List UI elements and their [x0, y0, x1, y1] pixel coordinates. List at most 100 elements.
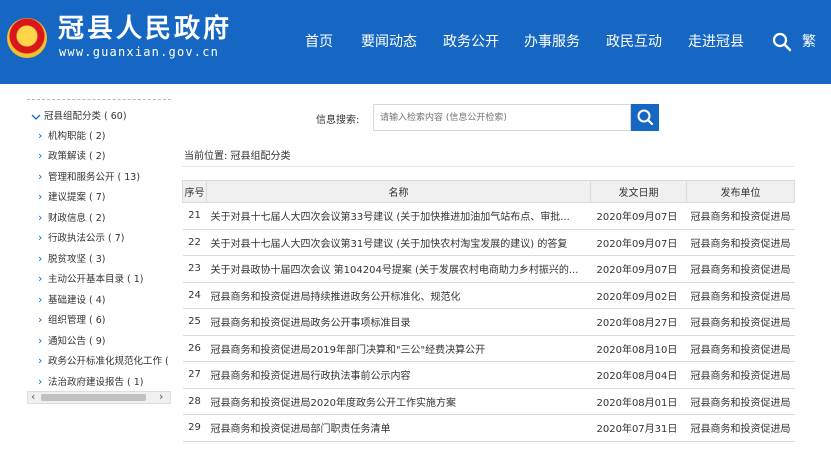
- tree-root[interactable]: 冠县组配分类 ( 60): [44, 110, 127, 124]
- tree-item-law-enforcement[interactable]: › 行政执法公示 ( 7): [38, 231, 125, 246]
- row-date: 2020年09月07日: [590, 202, 687, 230]
- nav-news[interactable]: 要闻动态: [361, 32, 417, 52]
- chevron-right-icon: ›: [38, 334, 43, 347]
- row-unit: 冠县商务和投资促进局: [686, 388, 795, 415]
- row-index: 23: [182, 255, 207, 283]
- chevron-right-icon: ›: [38, 149, 43, 162]
- row-title-link[interactable]: 冠县商务和投资促进局行政执法事前公示内容: [206, 361, 591, 389]
- national-emblem-icon[interactable]: ★: [7, 18, 47, 58]
- tree-item-finance[interactable]: › 财政信息 ( 2): [38, 211, 106, 226]
- row-index: 22: [182, 229, 207, 256]
- tree-item-policy-interpretation[interactable]: › 政策解读 ( 2): [38, 149, 106, 164]
- row-title-link[interactable]: 冠县商务和投资促进局政务公开事项标准目录: [206, 308, 591, 336]
- chevron-right-icon: ›: [38, 170, 43, 183]
- tree-item-label: 财政信息 ( 2): [48, 213, 106, 224]
- breadcrumb: 当前位置: 冠县组配分类: [184, 151, 291, 162]
- row-title-link[interactable]: 冠县商务和投资促进局持续推进政务公开标准化、规范化: [206, 282, 591, 309]
- table-row[interactable]: 21 关于对县十七届人大四次会议第33号建议 (关于加快推进加油加气站布点、审批…: [182, 202, 795, 230]
- tree-item-basic-catalog[interactable]: › 主动公开基本目录 ( 1): [38, 272, 144, 287]
- row-unit: 冠县商务和投资促进局: [686, 229, 795, 256]
- row-unit: 冠县商务和投资促进局: [686, 308, 795, 336]
- tree-item-label: 法治政府建设报告 ( 1): [48, 377, 144, 388]
- table-row[interactable]: 28 冠县商务和投资促进局2020年度政务公开工作实施方案 2020年08月01…: [182, 388, 795, 415]
- chevron-right-icon: ›: [38, 293, 43, 306]
- scroll-right-icon[interactable]: ›: [159, 390, 163, 403]
- sidebar-scrollbar[interactable]: ‹ ›: [27, 390, 171, 404]
- tree-item-label: 行政执法公示 ( 7): [48, 233, 125, 244]
- row-title-link[interactable]: 冠县商务和投资促进局2020年度政务公开工作实施方案: [206, 388, 591, 415]
- tree-item-poverty[interactable]: › 脱贫攻坚 ( 3): [38, 252, 106, 267]
- chevron-right-icon: ›: [38, 272, 43, 285]
- site-title[interactable]: 冠县人民政府: [58, 14, 232, 44]
- row-date: 2020年09月07日: [590, 255, 687, 283]
- row-date: 2020年08月10日: [590, 335, 687, 362]
- scroll-left-icon[interactable]: ‹: [31, 390, 35, 403]
- tree-item-label: 通知公告 ( 9): [48, 336, 106, 347]
- search-icon: [637, 109, 654, 126]
- row-unit: 冠县商务和投资促进局: [686, 202, 795, 230]
- tree-item-label: 机构职能 ( 2): [48, 131, 106, 142]
- row-unit: 冠县商务和投资促进局: [686, 361, 795, 389]
- search-icon[interactable]: [771, 31, 793, 53]
- row-title-link[interactable]: 关于对县十七届人大四次会议第31号建议 (关于加快农村淘宝发展的建议) 的答复: [206, 229, 591, 256]
- chevron-right-icon: ›: [38, 190, 43, 203]
- table-row[interactable]: 25 冠县商务和投资促进局政务公开事项标准目录 2020年08月27日 冠县商务…: [182, 308, 795, 336]
- nav-home[interactable]: 首页: [305, 32, 333, 52]
- row-index: 21: [182, 202, 207, 230]
- tree-item-rule-of-law[interactable]: › 法治政府建设报告 ( 1): [38, 375, 144, 390]
- chevron-right-icon: ›: [38, 231, 43, 244]
- tree-item-label: 脱贫攻坚 ( 3): [48, 254, 106, 265]
- row-unit: 冠县商务和投资促进局: [686, 282, 795, 309]
- header-unit: 发布单位: [686, 180, 795, 203]
- tree-item-label: 政策解读 ( 2): [48, 151, 106, 162]
- table-row[interactable]: 27 冠县商务和投资促进局行政执法事前公示内容 2020年08月04日 冠县商务…: [182, 361, 795, 389]
- lang-toggle[interactable]: 繁: [802, 32, 816, 52]
- search-label: 信息搜索:: [316, 115, 360, 126]
- search-button[interactable]: [631, 104, 659, 131]
- table-header: 序号 名称 发文日期 发布单位: [182, 180, 795, 203]
- tree-item-standardization[interactable]: › 政务公开标准化规范化工作 (: [38, 354, 169, 369]
- category-sidebar: 冠县组配分类 ( 60) › 机构职能 ( 2) › 政策解读 ( 2) › 管理和服…: [27, 99, 171, 404]
- nav-gov-affairs[interactable]: 政务公开: [443, 32, 499, 52]
- chevron-down-icon[interactable]: [31, 113, 41, 121]
- table-row[interactable]: 22 关于对县十七届人大四次会议第31号建议 (关于加快农村淘宝发展的建议) 的…: [182, 229, 795, 256]
- row-title-link[interactable]: 关于对县政协十届四次会议 第104204号提案 (关于发展农村电商助力乡村振兴的…: [206, 255, 591, 283]
- header-name: 名称: [206, 180, 591, 203]
- tree-item-proposals[interactable]: › 建议提案 ( 7): [38, 190, 106, 205]
- site-url: www.guanxian.gov.cn: [59, 45, 220, 59]
- row-index: 26: [182, 335, 207, 362]
- row-index: 24: [182, 282, 207, 309]
- row-title-link[interactable]: 关于对县十七届人大四次会议第33号建议 (关于加快推进加油加气站布点、审批...: [206, 202, 591, 230]
- nav-interaction[interactable]: 政民互动: [606, 32, 662, 52]
- tree-item-management-services[interactable]: › 管理和服务公开 ( 13): [38, 170, 140, 185]
- row-date: 2020年08月27日: [590, 308, 687, 336]
- tree-item-label: 组织管理 ( 6): [48, 315, 106, 326]
- scrollbar-thumb[interactable]: [41, 394, 146, 401]
- table-row[interactable]: 26 冠县商务和投资促进局2019年部门决算和"三公"经费决算公开 2020年0…: [182, 335, 795, 362]
- header-date: 发文日期: [590, 180, 687, 203]
- row-date: 2020年09月02日: [590, 282, 687, 309]
- tree-item-infrastructure[interactable]: › 基础建设 ( 4): [38, 293, 106, 308]
- row-date: 2020年08月01日: [590, 388, 687, 415]
- row-title-link[interactable]: 冠县商务和投资促进局2019年部门决算和"三公"经费决算公开: [206, 335, 591, 362]
- tree-item-label: 建议提案 ( 7): [48, 192, 106, 203]
- nav-services[interactable]: 办事服务: [524, 32, 580, 52]
- tree-item-label: 主动公开基本目录 ( 1): [48, 274, 144, 285]
- row-date: 2020年07月31日: [590, 414, 687, 442]
- table-row[interactable]: 23 关于对县政协十届四次会议 第104204号提案 (关于发展农村电商助力乡村…: [182, 255, 795, 283]
- nav-about[interactable]: 走进冠县: [688, 32, 744, 52]
- row-title-link[interactable]: 冠县商务和投资促进局部门职责任务清单: [206, 414, 591, 442]
- tree-item-org-management[interactable]: › 组织管理 ( 6): [38, 313, 106, 328]
- header-index: 序号: [182, 180, 207, 203]
- tree-item-label: 基础建设 ( 4): [48, 295, 106, 306]
- chevron-right-icon: ›: [38, 252, 43, 265]
- table-row[interactable]: 24 冠县商务和投资促进局持续推进政务公开标准化、规范化 2020年09月02日…: [182, 282, 795, 309]
- divider: [182, 166, 794, 167]
- tree-item-notices[interactable]: › 通知公告 ( 9): [38, 334, 106, 349]
- chevron-right-icon: ›: [38, 129, 43, 142]
- row-index: 29: [182, 414, 207, 442]
- table-row[interactable]: 29 冠县商务和投资促进局部门职责任务清单 2020年07月31日 冠县商务和投…: [182, 414, 795, 442]
- tree-item-org-functions[interactable]: › 机构职能 ( 2): [38, 129, 106, 144]
- search-input[interactable]: [373, 104, 631, 131]
- row-unit: 冠县商务和投资促进局: [686, 414, 795, 442]
